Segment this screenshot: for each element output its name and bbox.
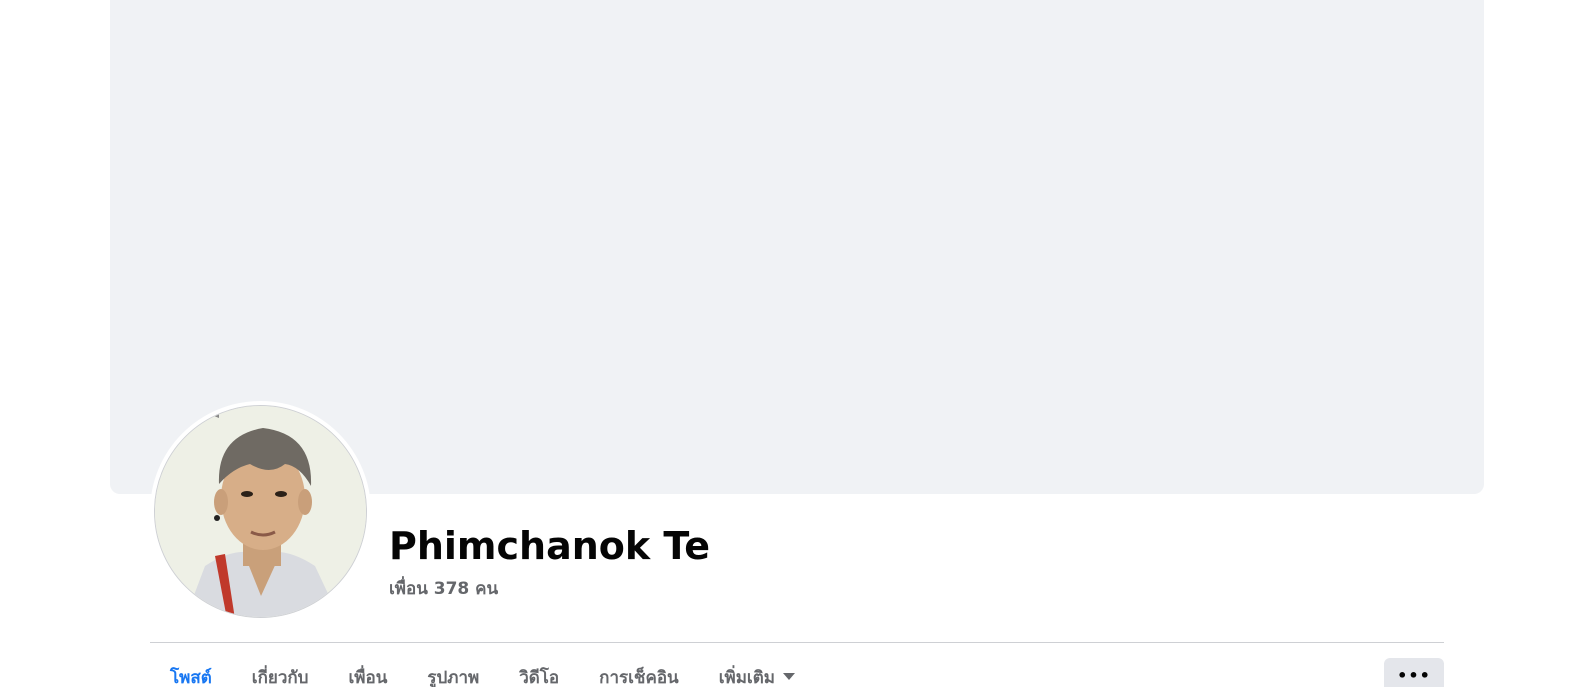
tab-more-label: เพิ่มเติม (718, 668, 775, 687)
tab-checkins-label: การเช็คอิน (599, 668, 679, 687)
tab-posts-label: โพสต์ (170, 668, 212, 687)
tab-about[interactable]: เกี่ยวกับ (232, 660, 329, 687)
tab-friends-label: เพื่อน (348, 668, 388, 687)
profile-page: Phimchanok Te เพื่อน 378 คน โพสต์ เกี่ยว… (0, 0, 1596, 687)
ellipsis-icon: ••• (1397, 666, 1431, 685)
profile-picture-image (155, 406, 366, 617)
tab-posts[interactable]: โพสต์ (150, 660, 232, 687)
tab-photos-label: รูปภาพ (427, 668, 480, 687)
profile-picture-ring (150, 401, 371, 622)
tab-videos[interactable]: วิดีโอ (499, 660, 579, 687)
tab-photos[interactable]: รูปภาพ (407, 660, 499, 687)
tab-about-label: เกี่ยวกับ (251, 668, 309, 687)
profile-tabs: โพสต์ เกี่ยวกับ เพื่อน รูปภาพ วิดีโอ การ… (150, 660, 815, 687)
caret-down-icon (782, 672, 795, 680)
profile-name: Phimchanok Te (389, 524, 711, 568)
friends-count[interactable]: เพื่อน 378 คน (389, 578, 498, 600)
more-options-button[interactable]: ••• (1384, 658, 1444, 687)
tab-more[interactable]: เพิ่มเติม (699, 660, 815, 687)
section-divider (150, 642, 1444, 643)
tab-videos-label: วิดีโอ (519, 668, 560, 687)
tab-friends[interactable]: เพื่อน (328, 660, 407, 687)
profile-picture[interactable] (154, 405, 367, 618)
tab-checkins[interactable]: การเช็คอิน (579, 660, 699, 687)
